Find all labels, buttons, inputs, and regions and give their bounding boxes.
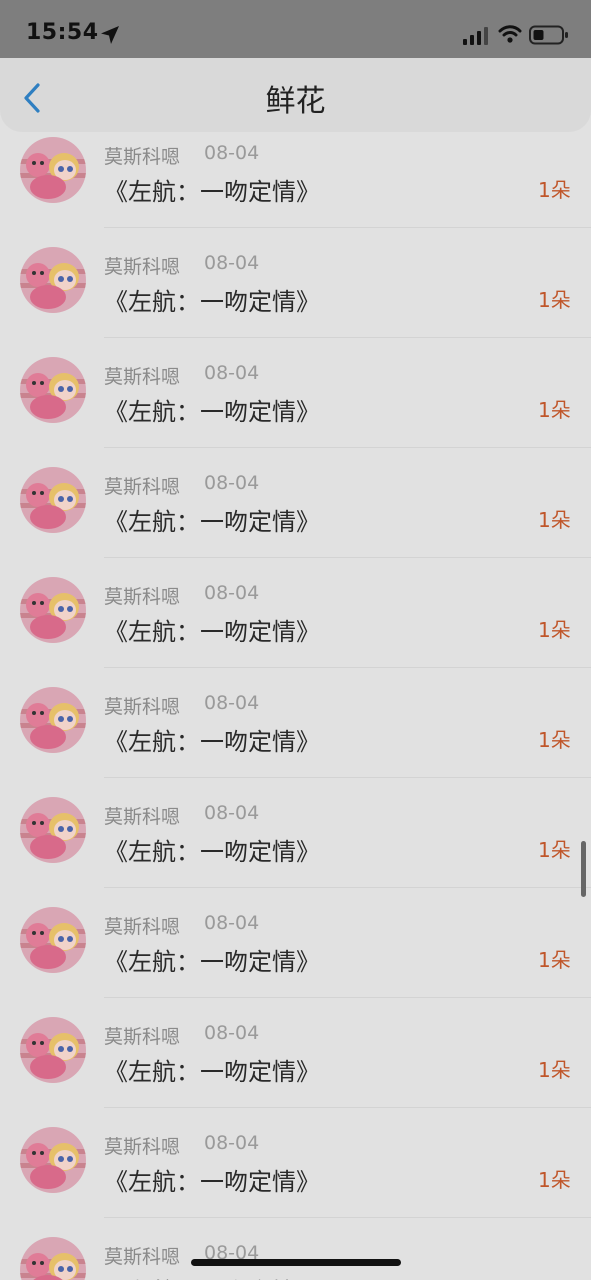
gift-date: 08-04 bbox=[204, 472, 260, 494]
scrollbar[interactable] bbox=[581, 841, 586, 897]
divider bbox=[104, 1217, 591, 1218]
cartoon-avatar-icon bbox=[20, 1017, 86, 1083]
user-name: 莫斯科嗯 bbox=[104, 806, 181, 828]
gift-date: 08-04 bbox=[204, 692, 260, 714]
divider bbox=[104, 1107, 591, 1108]
divider bbox=[104, 667, 591, 668]
gift-title: 《左航：一吻定情》 bbox=[104, 838, 320, 866]
flower-count: 1朵 bbox=[538, 618, 571, 642]
gift-title: 《左航：一吻定情》 bbox=[104, 398, 320, 426]
cartoon-avatar-icon bbox=[20, 577, 86, 643]
navigation-bar: 鲜花 bbox=[0, 58, 591, 132]
user-name: 莫斯科嗯 bbox=[104, 476, 181, 498]
wifi-icon bbox=[498, 25, 522, 43]
flowers-screen: 15:54 鲜花 莫斯科嗯 08-04 《左航：一吻定情》 1朵 莫斯科嗯 08… bbox=[0, 0, 591, 1280]
flower-count: 1朵 bbox=[538, 398, 571, 422]
gift-date: 08-04 bbox=[204, 582, 260, 604]
flower-count: 1朵 bbox=[538, 178, 571, 202]
flower-count: 1朵 bbox=[538, 728, 571, 752]
divider bbox=[104, 777, 591, 778]
cartoon-avatar-icon bbox=[20, 687, 86, 753]
cartoon-avatar-icon bbox=[20, 247, 86, 313]
avatar[interactable] bbox=[20, 137, 86, 203]
avatar[interactable] bbox=[20, 687, 86, 753]
list-item[interactable]: 莫斯科嗯 08-04 《左航：一吻定情》 1朵 bbox=[0, 682, 591, 792]
cartoon-avatar-icon bbox=[20, 907, 86, 973]
divider bbox=[104, 887, 591, 888]
avatar[interactable] bbox=[20, 907, 86, 973]
location-arrow-icon bbox=[101, 26, 119, 44]
flower-count: 1朵 bbox=[538, 948, 571, 972]
cartoon-avatar-icon bbox=[20, 137, 86, 203]
user-name: 莫斯科嗯 bbox=[104, 696, 181, 718]
gift-date: 08-04 bbox=[204, 802, 260, 824]
divider bbox=[104, 337, 591, 338]
divider bbox=[104, 447, 591, 448]
flower-count: 1朵 bbox=[538, 838, 571, 862]
avatar[interactable] bbox=[20, 1017, 86, 1083]
flower-count: 1朵 bbox=[538, 288, 571, 312]
cartoon-avatar-icon bbox=[20, 357, 86, 423]
gift-date: 08-04 bbox=[204, 1022, 260, 1044]
gift-title: 《左航：一吻定情》 bbox=[104, 948, 320, 976]
page-title: 鲜花 bbox=[265, 84, 326, 119]
battery-icon bbox=[529, 25, 568, 45]
flower-count: 1朵 bbox=[538, 1168, 571, 1192]
divider bbox=[104, 557, 591, 558]
list-item[interactable]: 莫斯科嗯 08-04 《左航：一吻定情》 1朵 bbox=[0, 242, 591, 352]
list-item[interactable]: 莫斯科嗯 08-04 《左航：一吻定情》 1朵 bbox=[0, 1012, 591, 1122]
flower-count: 1朵 bbox=[538, 508, 571, 532]
gift-date: 08-04 bbox=[204, 912, 260, 934]
user-name: 莫斯科嗯 bbox=[104, 916, 181, 938]
list-item[interactable]: 莫斯科嗯 08-04 《左航：一吻定情》 1朵 bbox=[0, 132, 591, 242]
cartoon-avatar-icon bbox=[20, 1237, 86, 1280]
user-name: 莫斯科嗯 bbox=[104, 586, 181, 608]
gift-title: 《左航：一吻定情》 bbox=[104, 1168, 320, 1196]
gift-title: 《左航：一吻定情》 bbox=[104, 178, 320, 206]
status-time: 15:54 bbox=[26, 20, 99, 45]
cellular-signal-icon bbox=[463, 27, 488, 45]
user-name: 莫斯科嗯 bbox=[104, 146, 181, 168]
gift-date: 08-04 bbox=[204, 362, 260, 384]
home-indicator[interactable] bbox=[191, 1259, 401, 1266]
user-name: 莫斯科嗯 bbox=[104, 1246, 181, 1268]
gift-title: 《左航：一吻定情》 bbox=[104, 288, 320, 316]
flower-gift-list[interactable]: 莫斯科嗯 08-04 《左航：一吻定情》 1朵 莫斯科嗯 08-04 《左航：一… bbox=[0, 132, 591, 1280]
list-item[interactable]: 莫斯科嗯 08-04 《左航：一吻定情》 1朵 bbox=[0, 462, 591, 572]
cartoon-avatar-icon bbox=[20, 797, 86, 863]
divider bbox=[104, 227, 591, 228]
list-item[interactable]: 莫斯科嗯 08-04 《左航：一吻定情》 1朵 bbox=[0, 1232, 591, 1280]
cartoon-avatar-icon bbox=[20, 467, 86, 533]
list-item[interactable]: 莫斯科嗯 08-04 《左航：一吻定情》 1朵 bbox=[0, 792, 591, 902]
gift-date: 08-04 bbox=[204, 142, 260, 164]
user-name: 莫斯科嗯 bbox=[104, 366, 181, 388]
list-item[interactable]: 莫斯科嗯 08-04 《左航：一吻定情》 1朵 bbox=[0, 1122, 591, 1232]
avatar[interactable] bbox=[20, 1127, 86, 1193]
gift-date: 08-04 bbox=[204, 1132, 260, 1154]
avatar[interactable] bbox=[20, 247, 86, 313]
divider bbox=[104, 997, 591, 998]
gift-title: 《左航：一吻定情》 bbox=[104, 618, 320, 646]
user-name: 莫斯科嗯 bbox=[104, 1026, 181, 1048]
user-name: 莫斯科嗯 bbox=[104, 1136, 181, 1158]
avatar[interactable] bbox=[20, 577, 86, 643]
avatar[interactable] bbox=[20, 467, 86, 533]
gift-date: 08-04 bbox=[204, 252, 260, 274]
avatar[interactable] bbox=[20, 357, 86, 423]
avatar[interactable] bbox=[20, 797, 86, 863]
flower-count: 1朵 bbox=[538, 1058, 571, 1082]
list-item[interactable]: 莫斯科嗯 08-04 《左航：一吻定情》 1朵 bbox=[0, 352, 591, 462]
gift-title: 《左航：一吻定情》 bbox=[104, 508, 320, 536]
list-item[interactable]: 莫斯科嗯 08-04 《左航：一吻定情》 1朵 bbox=[0, 572, 591, 682]
avatar[interactable] bbox=[20, 1237, 86, 1280]
gift-title: 《左航：一吻定情》 bbox=[104, 728, 320, 756]
gift-title: 《左航：一吻定情》 bbox=[104, 1272, 320, 1280]
flower-count: 1朵 bbox=[538, 1274, 571, 1280]
gift-title: 《左航：一吻定情》 bbox=[104, 1058, 320, 1086]
user-name: 莫斯科嗯 bbox=[104, 256, 181, 278]
status-bar: 15:54 bbox=[0, 0, 591, 60]
cartoon-avatar-icon bbox=[20, 1127, 86, 1193]
list-item[interactable]: 莫斯科嗯 08-04 《左航：一吻定情》 1朵 bbox=[0, 902, 591, 1012]
